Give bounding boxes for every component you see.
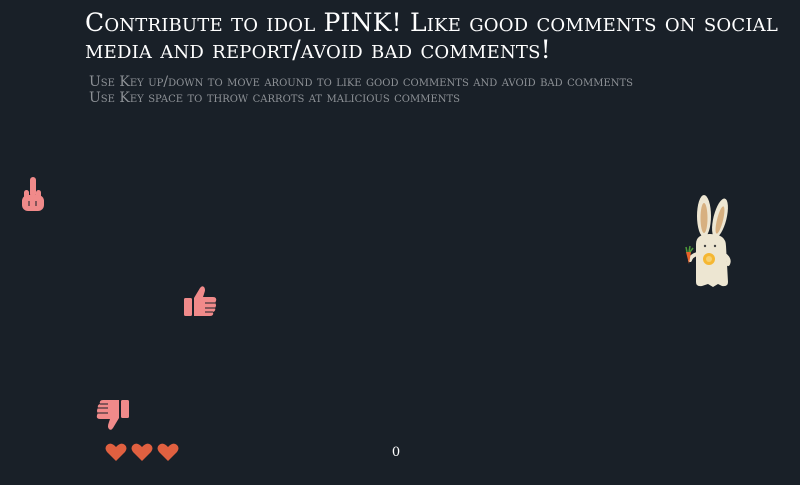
middle-finger-icon (20, 175, 46, 213)
thumbs-up-icon (184, 284, 218, 318)
game-canvas[interactable]: Contribute to idol PINK! Like good comme… (0, 0, 800, 485)
game-title: Contribute to idol PINK! Like good comme… (85, 8, 779, 64)
instruction-line-throw: Use Key space to throw carrots at malici… (89, 90, 461, 106)
instruction-line-move: Use Key up/down to move around to like g… (89, 74, 634, 90)
heart-icon (157, 442, 179, 462)
instructions: Use Key up/down to move around to like g… (89, 74, 633, 106)
thumbs-down-icon (95, 398, 129, 432)
score-display: 0 (391, 445, 401, 460)
heart-icon (131, 442, 153, 462)
heart-icon (105, 442, 127, 462)
lives-display (105, 442, 179, 462)
bunny-player (682, 194, 734, 290)
